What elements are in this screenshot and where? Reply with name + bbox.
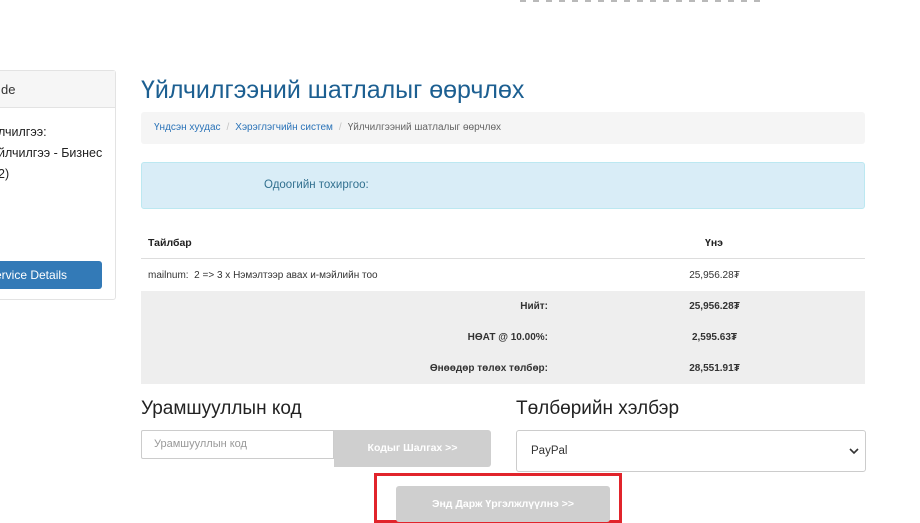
- top-edge-fragment: [520, 0, 780, 4]
- sidebar-line: лчилгээ:: [0, 125, 47, 139]
- item-option-name: mailnum:: [148, 269, 189, 281]
- item-arrow: =>: [202, 269, 215, 281]
- sidebar-line: 2): [0, 167, 10, 181]
- breadcrumb-client-area-link[interactable]: Хэрэглэгчийн систем: [235, 122, 333, 133]
- current-config-alert: Одоогийн тохиргоо:: [141, 162, 865, 209]
- due-today-value: 28,551.91₮: [564, 353, 865, 384]
- price-column-header: Үнэ: [564, 228, 865, 259]
- item-price: 25,956.28₮: [564, 258, 865, 291]
- service-sidebar-card: de лчилгээ: йлчилгээ - Бизнес 2) ervice …: [0, 70, 116, 300]
- breadcrumb-separator: /: [226, 122, 230, 133]
- vat-label: НӨАТ @ 10.00%:: [141, 322, 564, 353]
- payment-method-heading: Төлбөрийн хэлбэр: [516, 398, 680, 419]
- breadcrumb-current: Үйлчилгээний шатлалыг өөрчлөх: [347, 122, 502, 133]
- sidebar-line: йлчилгээ - Бизнес: [0, 146, 103, 160]
- table-header-row: Тайлбар Үнэ: [141, 228, 865, 259]
- promo-code-heading: Урамшууллын код: [141, 398, 302, 419]
- vat-row: НӨАТ @ 10.00%: 2,595.63₮: [141, 322, 865, 353]
- continue-button[interactable]: Энд Дарж Үргэлжлүүлнэ >>: [396, 486, 610, 522]
- validate-code-button[interactable]: Кодыг Шалгах >>: [334, 430, 491, 467]
- breadcrumb-home-link[interactable]: Үндсэн хуудас: [154, 122, 221, 133]
- sidebar-body: лчилгээ: йлчилгээ - Бизнес 2): [0, 108, 115, 185]
- vat-value: 2,595.63₮: [564, 322, 865, 353]
- sidebar-header: de: [0, 71, 115, 108]
- due-today-label: Өнөөдөр төлөх төлбөр:: [141, 353, 564, 384]
- subtotal-value: 25,956.28₮: [564, 291, 865, 322]
- page-title: Үйлчилгээний шатлалыг өөрчлөх: [141, 76, 525, 104]
- payment-method-value: PayPal: [531, 445, 568, 457]
- description-column-header: Тайлбар: [141, 228, 564, 259]
- promo-code-input[interactable]: Урамшууллын код: [141, 430, 334, 459]
- chevron-down-icon: [849, 448, 859, 455]
- service-details-button[interactable]: ervice Details: [0, 261, 102, 289]
- item-old-value: 2: [194, 269, 200, 281]
- order-summary-table: Тайлбар Үнэ mailnum: 2 => 3 x Нэмэлтээр …: [141, 228, 865, 384]
- item-option-label: x Нэмэлтээр авах и-мэйлийн тоо: [225, 269, 378, 281]
- payment-method-select[interactable]: PayPal: [516, 430, 866, 472]
- subtotal-row: Нийт: 25,956.28₮: [141, 291, 865, 322]
- breadcrumb: Үндсэн хуудас / Хэрэглэгчийн систем / Үйлчил…: [141, 112, 865, 144]
- current-config-text: Одоогийн тохиргоо:: [264, 179, 369, 191]
- subtotal-label: Нийт:: [141, 291, 564, 322]
- table-row: mailnum: 2 => 3 x Нэмэлтээр авах и-мэйли…: [141, 258, 865, 291]
- item-description: mailnum: 2 => 3 x Нэмэлтээр авах и-мэйли…: [141, 258, 564, 291]
- item-new-value: 3: [216, 269, 223, 281]
- breadcrumb-separator: /: [338, 122, 342, 133]
- due-today-row: Өнөөдөр төлөх төлбөр: 28,551.91₮: [141, 353, 865, 384]
